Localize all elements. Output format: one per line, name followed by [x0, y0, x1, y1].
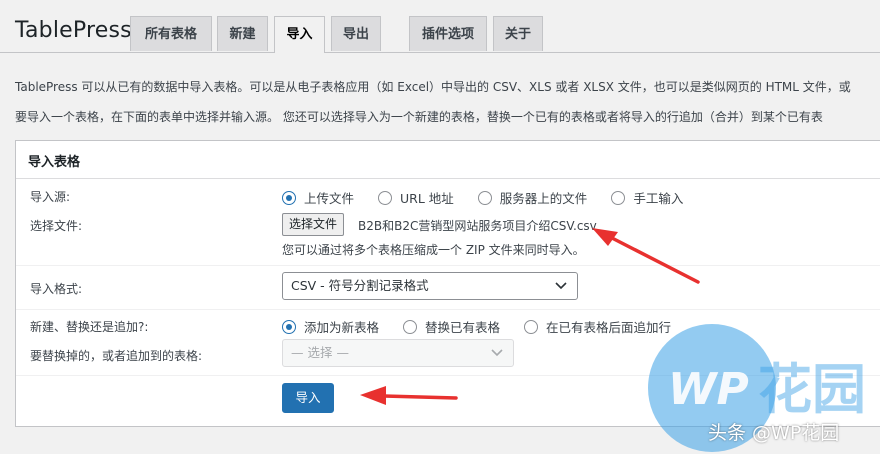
radio-button[interactable]: [378, 190, 393, 205]
watermark-text: 头条 @WP花园: [708, 422, 840, 444]
target-table-label: 要替换掉的，或者追加到的表格:: [30, 349, 203, 363]
import-panel: 导入表格 导入源: 上传文件 URL 地址 服务器上的文件 手工输入 选择文件:…: [15, 140, 880, 427]
radio-label: 服务器上的文件: [499, 191, 588, 206]
radio-label: URL 地址: [400, 191, 454, 206]
panel-header: 导入表格: [16, 141, 880, 179]
radio-label: 在已有表格后面追加行: [546, 320, 672, 335]
radio-label: 上传文件: [304, 191, 355, 206]
radio-button[interactable]: [282, 190, 296, 205]
tab-new[interactable]: 新建: [217, 16, 268, 51]
import-format-select[interactable]: CSV - 符号分割记录格式: [282, 272, 578, 300]
import-format-label: 导入格式:: [30, 282, 83, 296]
radio-append-rows[interactable]: 在已有表格后面追加行: [524, 317, 671, 336]
tab-import[interactable]: 导入: [274, 16, 325, 53]
radio-button[interactable]: [611, 190, 626, 205]
tabs-divider: [0, 52, 880, 53]
mode-radio-group: 添加为新表格 替换已有表格 在已有表格后面追加行: [282, 317, 695, 336]
selected-file-name: B2B和B2C营销型网站服务项目介绍CSV.csv: [358, 219, 597, 233]
tab-all-tables[interactable]: 所有表格: [130, 16, 212, 51]
row-divider: [16, 265, 880, 266]
radio-server-file[interactable]: 服务器上的文件: [477, 188, 588, 207]
chevron-down-icon: [555, 282, 567, 290]
tab-plugin-options[interactable]: 插件选项: [409, 16, 487, 51]
tab-about[interactable]: 关于: [493, 16, 543, 51]
radio-button[interactable]: [282, 319, 296, 334]
radio-label: 手工输入: [633, 191, 684, 206]
intro-text-line-2: 要导入一个表格，在下面的表单中选择并输入源。 您还可以选择导入为一个新建的表格，…: [15, 110, 823, 124]
tab-export[interactable]: 导出: [331, 16, 381, 51]
radio-button[interactable]: [403, 319, 418, 334]
intro-text-line-1: TablePress 可以从已有的数据中导入表格。可以是从电子表格应用（如 Ex…: [15, 80, 851, 94]
radio-upload-file[interactable]: 上传文件: [282, 188, 354, 207]
mode-label: 新建、替换还是追加?:: [30, 320, 149, 334]
chevron-down-icon: [491, 349, 503, 357]
zip-hint: 您可以通过将多个表格压缩成一个 ZIP 文件来同时导入。: [282, 243, 585, 257]
choose-file-button[interactable]: 选择文件: [282, 213, 345, 236]
import-source-label: 导入源:: [30, 190, 71, 204]
radio-replace-table[interactable]: 替换已有表格: [403, 317, 500, 336]
import-button[interactable]: 导入: [282, 383, 334, 413]
radio-manual-input[interactable]: 手工输入: [611, 188, 683, 207]
file-label: 选择文件:: [30, 219, 83, 233]
radio-add-new-table[interactable]: 添加为新表格: [282, 317, 379, 336]
row-divider: [16, 375, 880, 376]
row-divider: [16, 309, 880, 310]
panel-title: 导入表格: [28, 155, 81, 170]
radio-url[interactable]: URL 地址: [378, 188, 454, 207]
target-table-select: — 选择 —: [282, 339, 514, 367]
radio-button[interactable]: [524, 319, 539, 334]
radio-button[interactable]: [477, 190, 492, 205]
app-title: TablePress: [15, 18, 132, 43]
select-placeholder: — 选择 —: [291, 345, 349, 360]
import-source-radio-group: 上传文件 URL 地址 服务器上的文件 手工输入: [282, 188, 707, 207]
select-value: CSV - 符号分割记录格式: [291, 278, 429, 293]
radio-label: 替换已有表格: [425, 320, 501, 335]
radio-label: 添加为新表格: [304, 320, 380, 335]
